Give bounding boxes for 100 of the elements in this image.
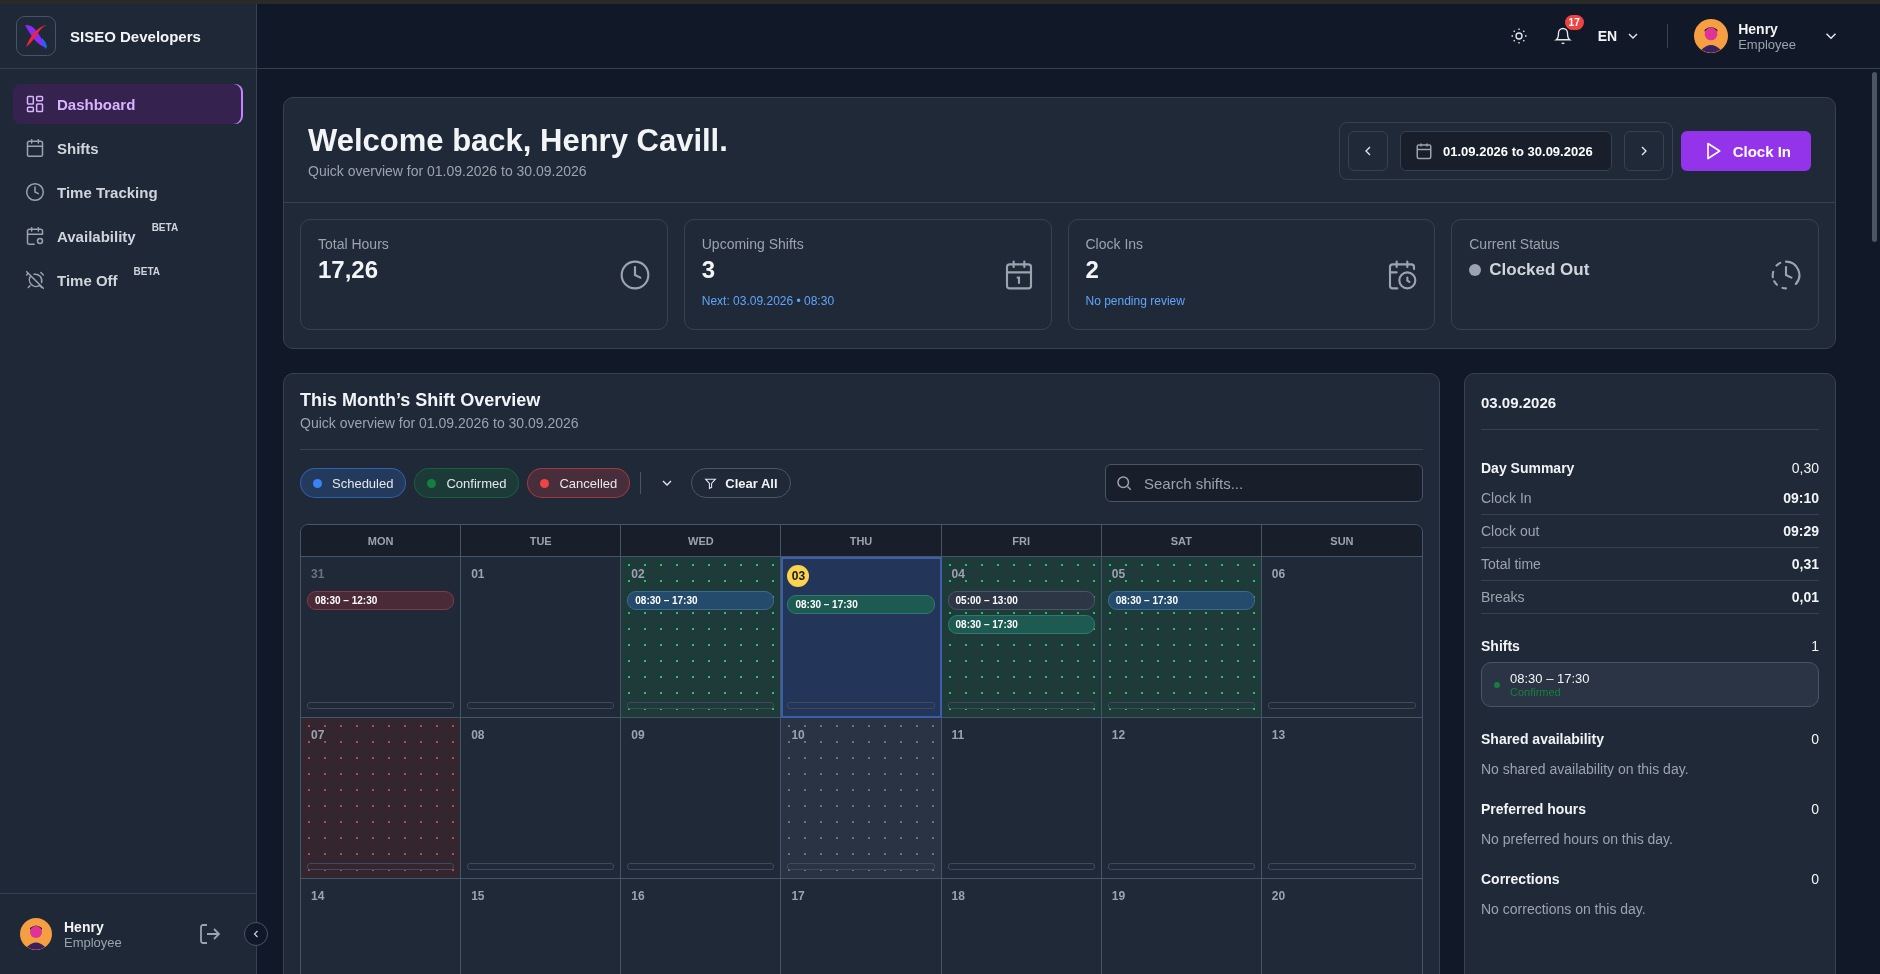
day-number: 20 bbox=[1270, 888, 1287, 905]
status-value: Clocked Out bbox=[1489, 260, 1590, 280]
clock-icon bbox=[1770, 259, 1802, 291]
search-field[interactable]: Search shifts... bbox=[1105, 464, 1423, 502]
section-title: Shifts bbox=[1481, 638, 1520, 654]
weekday-header: MON bbox=[301, 525, 462, 557]
day-number: 09 bbox=[630, 727, 646, 744]
day-cell[interactable]: 14 bbox=[301, 879, 462, 974]
section-title: Day Summary bbox=[1481, 460, 1575, 476]
clock-icon bbox=[25, 182, 45, 202]
day-cell[interactable]: 06 bbox=[1261, 557, 1422, 718]
calendar-title: This Month’s Shift Overview bbox=[300, 390, 542, 411]
day-cell[interactable]: 02 08:30 – 17:30 bbox=[621, 557, 782, 718]
user-role: Employee bbox=[1738, 36, 1796, 52]
filter-chip[interactable]: Confirmed bbox=[414, 468, 520, 498]
weekday-header: SAT bbox=[1101, 525, 1262, 557]
alarm-off-icon bbox=[25, 270, 45, 290]
stat-note: Next: 03.09.2026 • 08:30 bbox=[701, 294, 836, 308]
nav-item[interactable]: Dashboard bbox=[13, 84, 243, 124]
day-cell[interactable]: 17 bbox=[781, 879, 942, 974]
day-number: 11 bbox=[950, 727, 966, 744]
calendar-clock-icon bbox=[1386, 259, 1419, 291]
day-cell[interactable]: 18 bbox=[941, 879, 1102, 974]
filter-chip[interactable]: Scheduled bbox=[300, 468, 407, 498]
day-cell[interactable]: 05 08:30 – 17:30 bbox=[1101, 557, 1262, 718]
user-name: Henry bbox=[64, 918, 105, 935]
summary-value: 0,31 bbox=[1791, 556, 1819, 572]
summary-value: 09:29 bbox=[1783, 523, 1819, 539]
beta-label: BETA bbox=[133, 266, 161, 277]
section-title: Corrections bbox=[1481, 871, 1560, 887]
empty-message: No corrections on this day. bbox=[1481, 901, 1647, 917]
empty-message: No shared availability on this day. bbox=[1481, 761, 1690, 777]
section-value: 0,30 bbox=[1791, 460, 1819, 476]
avatar-icon[interactable] bbox=[1694, 19, 1729, 53]
day-cell[interactable]: 03 08:30 – 17:30 bbox=[781, 557, 942, 718]
collapse-button[interactable] bbox=[244, 922, 268, 946]
nav-item[interactable]: Shifts bbox=[13, 128, 243, 168]
stat-label: Current Status bbox=[1469, 236, 1561, 252]
day-cell[interactable]: 07 bbox=[301, 718, 462, 879]
summary-label: Clock out bbox=[1481, 523, 1540, 539]
weekday-header: WED bbox=[621, 525, 782, 557]
status-dot bbox=[1469, 264, 1482, 276]
shift-chip[interactable]: 08:30 – 17:30 bbox=[1107, 591, 1255, 610]
shift-chip[interactable]: 08:30 – 17:30 bbox=[947, 615, 1095, 634]
stat-label: Total Hours bbox=[318, 236, 390, 252]
section-count: 0 bbox=[1811, 731, 1819, 747]
weekday-header: TUE bbox=[461, 525, 622, 557]
day-number: 14 bbox=[310, 888, 326, 905]
calendar-subtitle: Quick overview for 01.09.2026 to 30.09.2026 bbox=[300, 415, 580, 431]
shift-chip[interactable]: 08:30 – 17:30 bbox=[787, 595, 935, 614]
section-count: 1 bbox=[1811, 638, 1819, 654]
user-name: Henry bbox=[1738, 20, 1779, 37]
day-cell[interactable]: 15 bbox=[461, 879, 622, 974]
day-number: 01 bbox=[470, 566, 486, 583]
shift-time: 08:30 – 17:30 bbox=[1510, 671, 1590, 686]
clock-in-button[interactable]: Clock In bbox=[1680, 131, 1811, 171]
scrollbar[interactable] bbox=[1872, 72, 1877, 242]
weekday-header: SUN bbox=[1261, 525, 1422, 557]
day-number: 13 bbox=[1270, 727, 1287, 744]
panel-date: 03.09.2026 bbox=[1481, 394, 1558, 411]
beta-label: BETA bbox=[151, 222, 179, 233]
day-cell[interactable]: 31 08:30 – 12:30 bbox=[301, 557, 462, 718]
day-number: 02 bbox=[630, 566, 646, 583]
summary-value: 0,01 bbox=[1791, 589, 1819, 605]
day-cell[interactable]: 12 bbox=[1101, 718, 1262, 879]
day-cell[interactable]: 08 bbox=[461, 718, 622, 879]
stat-value: 2 bbox=[1085, 256, 1100, 284]
summary-label: Breaks bbox=[1481, 589, 1525, 605]
stat-label: Clock Ins bbox=[1085, 236, 1145, 252]
search-icon bbox=[1115, 474, 1133, 492]
day-cell[interactable]: 10 bbox=[781, 718, 942, 879]
logo-icon bbox=[16, 16, 56, 56]
shift-chip[interactable]: 08:30 – 17:30 bbox=[627, 591, 775, 610]
filter-chip[interactable]: Cancelled bbox=[527, 468, 631, 498]
nav-item[interactable]: Time Tracking bbox=[13, 172, 243, 212]
day-cell[interactable]: 11 bbox=[941, 718, 1102, 879]
date-range-button[interactable]: 01.09.2026 to 30.09.2026 bbox=[1400, 131, 1612, 171]
day-number: 10 bbox=[790, 727, 806, 744]
logout-icon[interactable] bbox=[198, 922, 222, 946]
day-number: 07 bbox=[310, 727, 326, 744]
day-number: 16 bbox=[630, 888, 646, 905]
day-cell[interactable]: 13 bbox=[1261, 718, 1422, 879]
day-number: 31 bbox=[310, 566, 326, 583]
day-cell[interactable]: 04 05:00 – 13:00 08:30 – 17:30 bbox=[941, 557, 1102, 718]
sun-icon[interactable] bbox=[1509, 27, 1528, 45]
shift-chip[interactable]: 05:00 – 13:00 bbox=[947, 591, 1095, 610]
day-number: 12 bbox=[1110, 727, 1127, 744]
empty-message: No preferred hours on this day. bbox=[1481, 831, 1674, 847]
stat-value: 17,26 bbox=[318, 256, 380, 284]
shift-chip[interactable]: 08:30 – 12:30 bbox=[307, 591, 455, 610]
day-cell[interactable]: 16 bbox=[621, 879, 782, 974]
day-cell[interactable]: 19 bbox=[1101, 879, 1262, 974]
day-cell[interactable]: 20 bbox=[1261, 879, 1422, 974]
user-role: Employee bbox=[64, 934, 123, 950]
language-select[interactable]: EN bbox=[1597, 28, 1642, 44]
bell-icon[interactable] bbox=[1553, 27, 1572, 45]
weekday-header: THU bbox=[781, 525, 942, 557]
brand-name: SISEO Developers bbox=[70, 27, 201, 45]
shift-card[interactable]: 08:30 – 17:30 Confirmed bbox=[1481, 662, 1819, 707]
section-count: 0 bbox=[1811, 871, 1819, 887]
